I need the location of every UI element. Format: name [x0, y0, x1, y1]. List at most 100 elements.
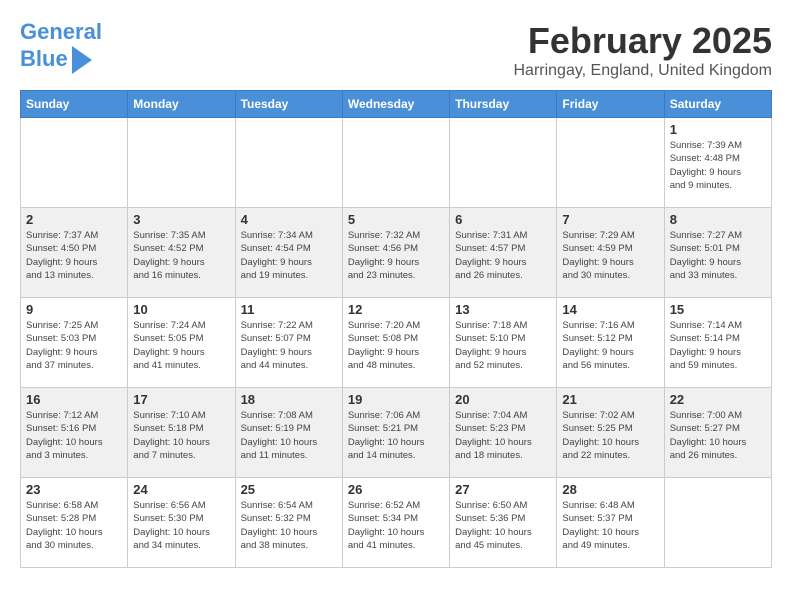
day-info: Sunrise: 7:04 AM Sunset: 5:23 PM Dayligh… — [455, 409, 551, 462]
calendar-cell: 17 Sunrise: 7:10 AM Sunset: 5:18 PM Dayli… — [128, 388, 235, 478]
calendar-cell: 12Sunrise: 7:20 AM Sunset: 5:08 PM Dayli… — [342, 298, 449, 388]
day-number: 16 — [26, 392, 122, 407]
calendar-cell: 3 Sunrise: 7:35 AM Sunset: 4:52 PM Daylig… — [128, 208, 235, 298]
day-number: 28 — [562, 482, 658, 497]
day-info: Sunrise: 7:31 AM Sunset: 4:57 PM Dayligh… — [455, 229, 551, 282]
day-number: 11 — [241, 302, 337, 317]
logo-text: General — [20, 20, 102, 44]
calendar-cell: 13Sunrise: 7:18 AM Sunset: 5:10 PM Dayli… — [450, 298, 557, 388]
day-info: Sunrise: 6:52 AM Sunset: 5:34 PM Dayligh… — [348, 499, 444, 552]
day-number: 13 — [455, 302, 551, 317]
calendar-cell: 18 Sunrise: 7:08 AM Sunset: 5:19 PM Dayli… — [235, 388, 342, 478]
day-info: Sunrise: 6:58 AM Sunset: 5:28 PM Dayligh… — [26, 499, 122, 552]
day-info: Sunrise: 7:25 AM Sunset: 5:03 PM Dayligh… — [26, 319, 122, 372]
day-number: 12 — [348, 302, 444, 317]
calendar-cell — [21, 118, 128, 208]
weekday-header-wednesday: Wednesday — [342, 91, 449, 118]
calendar-cell: 24 Sunrise: 6:56 AM Sunset: 5:30 PM Dayli… — [128, 478, 235, 568]
calendar-week-row: 16 Sunrise: 7:12 AM Sunset: 5:16 PM Dayli… — [21, 388, 772, 478]
day-number: 27 — [455, 482, 551, 497]
calendar-cell: 4Sunrise: 7:34 AM Sunset: 4:54 PM Daylig… — [235, 208, 342, 298]
day-info: Sunrise: 7:00 AM Sunset: 5:27 PM Dayligh… — [670, 409, 766, 462]
day-info: Sunrise: 7:24 AM Sunset: 5:05 PM Dayligh… — [133, 319, 229, 372]
calendar-cell: 26 Sunrise: 6:52 AM Sunset: 5:34 PM Dayli… — [342, 478, 449, 568]
weekday-header-row: SundayMondayTuesdayWednesdayThursdayFrid… — [21, 91, 772, 118]
day-number: 3 — [133, 212, 229, 227]
calendar-cell: 25 Sunrise: 6:54 AM Sunset: 5:32 PM Dayli… — [235, 478, 342, 568]
calendar-cell — [128, 118, 235, 208]
day-info: Sunrise: 7:34 AM Sunset: 4:54 PM Dayligh… — [241, 229, 337, 282]
day-info: Sunrise: 7:29 AM Sunset: 4:59 PM Dayligh… — [562, 229, 658, 282]
weekday-header-tuesday: Tuesday — [235, 91, 342, 118]
day-number: 17 — [133, 392, 229, 407]
calendar-header: SundayMondayTuesdayWednesdayThursdayFrid… — [21, 91, 772, 118]
day-info: Sunrise: 7:06 AM Sunset: 5:21 PM Dayligh… — [348, 409, 444, 462]
day-number: 25 — [241, 482, 337, 497]
logo-arrow-icon — [72, 46, 92, 74]
day-number: 20 — [455, 392, 551, 407]
calendar-cell — [450, 118, 557, 208]
calendar-cell — [664, 478, 771, 568]
day-info: Sunrise: 7:39 AM Sunset: 4:48 PM Dayligh… — [670, 139, 766, 192]
calendar-cell: 22Sunrise: 7:00 AM Sunset: 5:27 PM Dayli… — [664, 388, 771, 478]
calendar-cell: 7Sunrise: 7:29 AM Sunset: 4:59 PM Daylig… — [557, 208, 664, 298]
day-number: 10 — [133, 302, 229, 317]
day-number: 15 — [670, 302, 766, 317]
calendar-week-row: 1 Sunrise: 7:39 AM Sunset: 4:48 PM Daylig… — [21, 118, 772, 208]
weekday-header-monday: Monday — [128, 91, 235, 118]
calendar-cell: 2 Sunrise: 7:37 AM Sunset: 4:50 PM Daylig… — [21, 208, 128, 298]
calendar-cell: 6 Sunrise: 7:31 AM Sunset: 4:57 PM Daylig… — [450, 208, 557, 298]
day-info: Sunrise: 7:27 AM Sunset: 5:01 PM Dayligh… — [670, 229, 766, 282]
day-info: Sunrise: 7:16 AM Sunset: 5:12 PM Dayligh… — [562, 319, 658, 372]
day-info: Sunrise: 7:12 AM Sunset: 5:16 PM Dayligh… — [26, 409, 122, 462]
day-number: 24 — [133, 482, 229, 497]
calendar-cell: 28 Sunrise: 6:48 AM Sunset: 5:37 PM Dayli… — [557, 478, 664, 568]
calendar-cell: 19 Sunrise: 7:06 AM Sunset: 5:21 PM Dayli… — [342, 388, 449, 478]
title-block: February 2025 Harringay, England, United… — [513, 20, 772, 80]
logo: General Blue — [20, 20, 102, 74]
calendar-week-row: 23 Sunrise: 6:58 AM Sunset: 5:28 PM Dayli… — [21, 478, 772, 568]
calendar-table: SundayMondayTuesdayWednesdayThursdayFrid… — [20, 90, 772, 568]
day-info: Sunrise: 6:50 AM Sunset: 5:36 PM Dayligh… — [455, 499, 551, 552]
calendar-body: 1 Sunrise: 7:39 AM Sunset: 4:48 PM Daylig… — [21, 118, 772, 568]
calendar-cell — [557, 118, 664, 208]
calendar-cell: 20 Sunrise: 7:04 AM Sunset: 5:23 PM Dayli… — [450, 388, 557, 478]
day-number: 26 — [348, 482, 444, 497]
weekday-header-thursday: Thursday — [450, 91, 557, 118]
day-info: Sunrise: 6:54 AM Sunset: 5:32 PM Dayligh… — [241, 499, 337, 552]
calendar-cell — [342, 118, 449, 208]
calendar-cell — [235, 118, 342, 208]
day-info: Sunrise: 6:56 AM Sunset: 5:30 PM Dayligh… — [133, 499, 229, 552]
day-number: 2 — [26, 212, 122, 227]
day-number: 8 — [670, 212, 766, 227]
weekday-header-friday: Friday — [557, 91, 664, 118]
day-info: Sunrise: 7:37 AM Sunset: 4:50 PM Dayligh… — [26, 229, 122, 282]
day-number: 9 — [26, 302, 122, 317]
calendar-cell: 5Sunrise: 7:32 AM Sunset: 4:56 PM Daylig… — [342, 208, 449, 298]
calendar-cell: 14 Sunrise: 7:16 AM Sunset: 5:12 PM Dayli… — [557, 298, 664, 388]
day-info: Sunrise: 7:35 AM Sunset: 4:52 PM Dayligh… — [133, 229, 229, 282]
day-info: Sunrise: 7:14 AM Sunset: 5:14 PM Dayligh… — [670, 319, 766, 372]
day-number: 23 — [26, 482, 122, 497]
weekday-header-saturday: Saturday — [664, 91, 771, 118]
calendar-week-row: 9 Sunrise: 7:25 AM Sunset: 5:03 PM Daylig… — [21, 298, 772, 388]
day-number: 18 — [241, 392, 337, 407]
calendar-cell: 27 Sunrise: 6:50 AM Sunset: 5:36 PM Dayli… — [450, 478, 557, 568]
logo-blue: Blue — [20, 47, 68, 71]
day-number: 21 — [562, 392, 658, 407]
logo-general: General — [20, 19, 102, 44]
calendar-cell: 16 Sunrise: 7:12 AM Sunset: 5:16 PM Dayli… — [21, 388, 128, 478]
day-info: Sunrise: 7:08 AM Sunset: 5:19 PM Dayligh… — [241, 409, 337, 462]
weekday-header-sunday: Sunday — [21, 91, 128, 118]
calendar-title: February 2025 — [513, 20, 772, 62]
day-number: 1 — [670, 122, 766, 137]
day-number: 14 — [562, 302, 658, 317]
day-info: Sunrise: 7:02 AM Sunset: 5:25 PM Dayligh… — [562, 409, 658, 462]
day-number: 19 — [348, 392, 444, 407]
page-header: General Blue February 2025 Harringay, En… — [20, 20, 772, 80]
day-info: Sunrise: 7:10 AM Sunset: 5:18 PM Dayligh… — [133, 409, 229, 462]
day-info: Sunrise: 6:48 AM Sunset: 5:37 PM Dayligh… — [562, 499, 658, 552]
day-number: 6 — [455, 212, 551, 227]
calendar-week-row: 2 Sunrise: 7:37 AM Sunset: 4:50 PM Daylig… — [21, 208, 772, 298]
calendar-cell: 21 Sunrise: 7:02 AM Sunset: 5:25 PM Dayli… — [557, 388, 664, 478]
